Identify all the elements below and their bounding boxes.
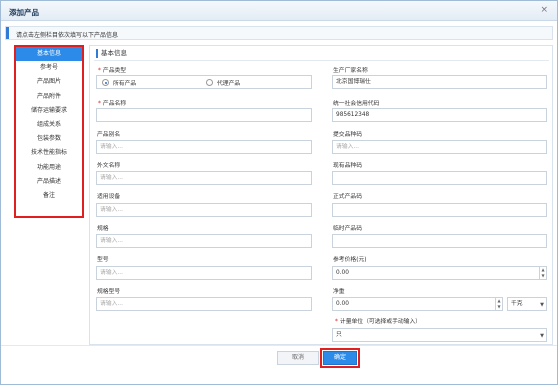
model-label: 型号 <box>97 257 109 263</box>
dialog-titlebar: 添加产品 × <box>1 1 557 21</box>
existing-code-label: 现有品种码 <box>333 163 362 169</box>
product-name-label: * 产品名称 <box>98 101 127 107</box>
hint-banner: 请点击左侧栏目依次填写以下产品信息 <box>5 26 553 40</box>
sidebar-item-remarks[interactable]: 备注 <box>16 189 82 203</box>
sidebar-item-reference-number[interactable]: 参考号 <box>16 61 82 75</box>
net-weight-input[interactable]: 0.00 ▲ ▼ <box>332 297 503 311</box>
net-weight-value: 0.00 <box>336 301 349 307</box>
product-name-input[interactable] <box>96 108 312 122</box>
temp-code-label: 临时产品码 <box>333 226 362 232</box>
applicable-device-input[interactable]: 请输入... <box>96 203 312 217</box>
net-weight-stepper[interactable]: ▲ ▼ <box>495 298 502 310</box>
radio-unselected-icon <box>206 79 213 86</box>
sidebar-item-basic-info[interactable]: 基本信息 <box>16 47 82 62</box>
product-type-label: * 产品类型 <box>98 68 127 74</box>
foreign-name-input[interactable]: 请输入... <box>96 171 312 185</box>
add-product-dialog: 添加产品 × 请点击左侧栏目依次填写以下产品信息 基本信息 参考号 产品图片 产… <box>0 0 558 385</box>
sidebar-item-technical-specs[interactable]: 技术性能指标 <box>16 146 82 160</box>
stepper-down-icon[interactable]: ▼ <box>496 304 502 310</box>
footer-divider <box>1 345 557 346</box>
formal-code-input[interactable] <box>332 203 547 217</box>
sidebar-item-packaging[interactable]: 包装参数 <box>16 132 82 146</box>
weight-unit-select[interactable]: 千克 ▼ <box>507 297 547 311</box>
sidebar-item-composition[interactable]: 组成关系 <box>16 118 82 132</box>
applicable-device-label: 适用设备 <box>97 194 121 200</box>
temp-code-input[interactable] <box>332 234 547 248</box>
sidebar-item-product-attachments[interactable]: 产品附件 <box>16 90 82 104</box>
product-alias-label: 产品别名 <box>97 132 121 138</box>
manufacturer-label: 生产厂家名称 <box>333 68 368 74</box>
spec-model-label: 规格型号 <box>97 289 121 295</box>
report-code-label: 提交品种码 <box>333 132 362 138</box>
ref-price-stepper[interactable]: ▲ ▼ <box>539 267 546 279</box>
sidebar-item-product-description[interactable]: 产品描述 <box>16 175 82 189</box>
hint-accent-bar <box>6 27 9 39</box>
foreign-name-label: 外文名称 <box>97 163 121 169</box>
report-code-input[interactable]: 请输入... <box>332 140 547 154</box>
net-weight-label: 净重 <box>333 289 345 295</box>
unit-combobox[interactable]: 只 ▼ <box>332 328 547 342</box>
radio-all-products[interactable]: 所有产品 <box>102 78 136 87</box>
chevron-down-icon: ▼ <box>540 333 544 339</box>
hint-text: 请点击左侧栏目依次填写以下产品信息 <box>16 32 119 39</box>
close-icon[interactable]: × <box>540 5 548 15</box>
ref-price-label: 参考价格(元) <box>333 257 367 263</box>
section-divider <box>94 60 549 61</box>
existing-code-input[interactable] <box>332 171 547 185</box>
formal-code-label: 正式产品码 <box>333 194 362 200</box>
cancel-button[interactable]: 取消 <box>277 351 319 365</box>
chevron-down-icon: ▼ <box>540 302 544 308</box>
spec-label: 规格 <box>97 226 109 232</box>
credit-code-label: 统一社会信用代码 <box>333 101 380 107</box>
confirm-highlight-box <box>320 348 360 368</box>
credit-code-input[interactable]: 985612348 <box>332 108 547 122</box>
stepper-down-icon[interactable]: ▼ <box>540 273 546 279</box>
weight-unit-value: 千克 <box>511 301 523 307</box>
sidebar-item-storage-transport[interactable]: 储存运输要求 <box>16 104 82 118</box>
section-title: 基本信息 <box>96 49 127 58</box>
spec-input[interactable]: 请输入... <box>96 234 312 248</box>
ref-price-input[interactable]: 0.00 ▲ ▼ <box>332 266 547 280</box>
form-panel: 基本信息 * 产品类型 所有产品 代理产品 * 产品名称 产品别名 请输入... 外… <box>89 45 553 345</box>
manufacturer-input[interactable]: 北京国博瑞仕 <box>332 75 547 89</box>
ref-price-value: 0.00 <box>336 270 349 276</box>
section-sidebar: 基本信息 参考号 产品图片 产品附件 储存运输要求 组成关系 包装参数 技术性能… <box>14 45 84 218</box>
radio-selected-icon <box>102 79 109 86</box>
unit-value: 只 <box>336 332 342 338</box>
model-input[interactable]: 请输入... <box>96 266 312 280</box>
unit-label: * 计量单位（可选择或手动输入） <box>335 319 422 325</box>
sidebar-item-product-images[interactable]: 产品图片 <box>16 75 82 89</box>
product-alias-input[interactable]: 请输入... <box>96 140 312 154</box>
spec-model-input[interactable]: 请输入... <box>96 297 312 311</box>
dialog-title: 添加产品 <box>9 8 39 17</box>
sidebar-item-function-usage[interactable]: 功能用途 <box>16 161 82 175</box>
radio-agent-products[interactable]: 代理产品 <box>206 78 240 87</box>
